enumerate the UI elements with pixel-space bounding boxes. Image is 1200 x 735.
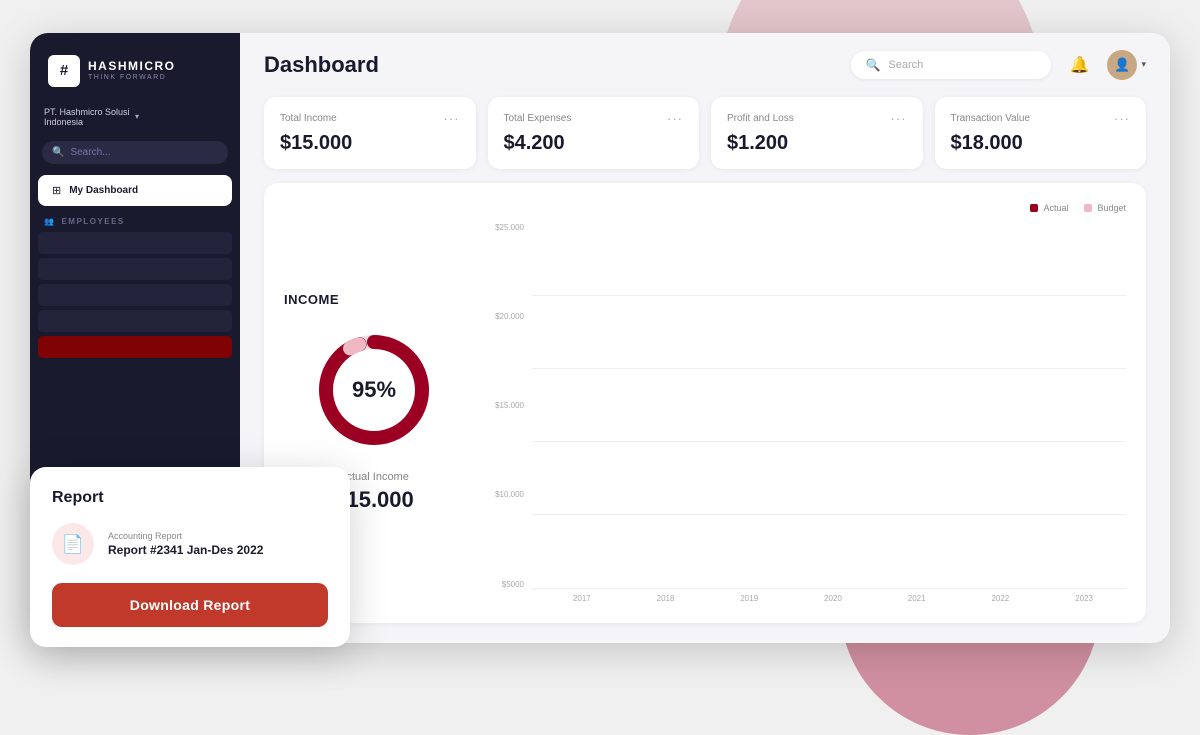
x-axis: 2017 2018 2019 2020 2021 2022 2023 (484, 589, 1126, 603)
logo-name: HASHMICRO (88, 60, 176, 72)
y-label: $5000 (484, 580, 524, 589)
report-info: Accounting Report Report #2341 Jan-Des 2… (108, 531, 263, 557)
x-label: 2021 (901, 594, 932, 603)
stat-card-expenses: Total Expenses ··· $4.200 (488, 97, 700, 169)
stat-value-transaction: $18.000 (951, 132, 1131, 155)
logo-icon: # (48, 55, 80, 87)
legend-budget: Budget (1084, 203, 1126, 213)
company-name: PT. Hashmicro Solusi Indonesia (44, 107, 135, 127)
sidebar-item-dashboard[interactable]: ⊞ My Dashboard (38, 175, 232, 206)
stat-value-income: $15.000 (280, 132, 460, 155)
donut-center: 95% (352, 377, 396, 403)
h-line-4 (532, 514, 1126, 515)
sidebar-menu-item-5[interactable] (38, 336, 232, 358)
report-popup-title: Report (52, 489, 328, 507)
x-label: 2018 (650, 594, 681, 603)
sidebar-menu-item-1[interactable] (38, 232, 232, 254)
donut-percent: 95% (352, 377, 396, 403)
h-line-1 (532, 295, 1126, 296)
chart-area: Actual Budget $25.000 $20.000 $15.000 $10.0… (484, 203, 1126, 603)
report-popup: Report 📄 Accounting Report Report #2341 … (30, 467, 350, 647)
stat-label-expenses: Total Expenses (504, 113, 572, 124)
chart-legend: Actual Budget (484, 203, 1126, 213)
logo-text: HASHMICRO THINK FORWARD (88, 60, 176, 81)
x-label: 2017 (566, 594, 597, 603)
bell-icon[interactable]: 🔔 (1063, 49, 1095, 81)
income-title: INCOME (284, 292, 339, 307)
top-search-input[interactable] (888, 59, 1037, 71)
sidebar-search-bar[interactable]: 🔍 (42, 141, 228, 164)
donut-chart: 95% (309, 325, 439, 455)
x-label: 2019 (734, 594, 765, 603)
search-icon: 🔍 (52, 147, 64, 158)
dashboard-icon: ⊞ (52, 184, 61, 197)
report-file-icon: 📄 (52, 523, 94, 565)
stat-card-transaction: Transaction Value ··· $18.000 (935, 97, 1147, 169)
h-line-2 (532, 368, 1126, 369)
income-panel: INCOME 95% A (264, 183, 1146, 623)
sidebar-search-input[interactable] (70, 147, 218, 158)
chevron-down-icon: ▾ (135, 112, 226, 121)
sidebar-item-label: My Dashboard (69, 185, 138, 196)
download-report-button[interactable]: Download Report (52, 583, 328, 627)
x-label: 2020 (817, 594, 848, 603)
page-title: Dashboard (264, 52, 839, 78)
stat-value-expenses: $4.200 (504, 132, 684, 155)
top-bar: Dashboard 🔍 🔔 👤 ▾ (240, 33, 1170, 97)
report-type: Accounting Report (108, 531, 263, 541)
bars-inner (532, 223, 1126, 589)
avatar-chevron-icon: ▾ (1141, 59, 1146, 70)
sidebar-menu-item-4[interactable] (38, 310, 232, 332)
stat-card-profit: Profit and Loss ··· $1.200 (711, 97, 923, 169)
bar-chart: $25.000 $20.000 $15.000 $10.000 $5000 (484, 223, 1126, 603)
stat-more-profit[interactable]: ··· (891, 111, 907, 126)
stat-value-profit: $1.200 (727, 132, 907, 155)
sidebar-logo: # HASHMICRO THINK FORWARD (30, 33, 240, 101)
bars-container: $25.000 $20.000 $15.000 $10.000 $5000 (484, 223, 1126, 589)
y-axis: $25.000 $20.000 $15.000 $10.000 $5000 (484, 223, 532, 589)
legend-dot-actual (1030, 204, 1038, 212)
sidebar-section-employees: 👥 EMPLOYEES (30, 207, 240, 230)
section-label: EMPLOYEES (61, 217, 124, 226)
y-label: $10.000 (484, 490, 524, 499)
logo-tagline: THINK FORWARD (88, 74, 176, 81)
legend-budget-label: Budget (1097, 203, 1126, 213)
y-label: $20.000 (484, 312, 524, 321)
x-label: 2023 (1069, 594, 1100, 603)
main-content: Dashboard 🔍 🔔 👤 ▾ Total Income ··· $15.0… (240, 33, 1170, 643)
avatar-button[interactable]: 👤 ▾ (1107, 50, 1146, 80)
y-label: $25.000 (484, 223, 524, 232)
stat-more-transaction[interactable]: ··· (1114, 111, 1130, 126)
report-name: Report #2341 Jan-Des 2022 (108, 543, 263, 557)
stat-more-expenses[interactable]: ··· (667, 111, 683, 126)
h-line-5 (532, 588, 1126, 589)
search-icon: 🔍 (865, 58, 880, 72)
stat-card-income: Total Income ··· $15.000 (264, 97, 476, 169)
sidebar-menu-item-2[interactable] (38, 258, 232, 280)
stat-more-income[interactable]: ··· (444, 111, 460, 126)
legend-dot-budget (1084, 204, 1092, 212)
top-search-bar[interactable]: 🔍 (851, 51, 1051, 79)
sidebar-company[interactable]: PT. Hashmicro Solusi Indonesia ▾ (30, 101, 240, 137)
stat-label-transaction: Transaction Value (951, 113, 1031, 124)
stat-label-income: Total Income (280, 113, 337, 124)
x-label: 2022 (985, 594, 1016, 603)
avatar: 👤 (1107, 50, 1137, 80)
legend-actual: Actual (1030, 203, 1068, 213)
y-label: $15.000 (484, 401, 524, 410)
h-line-3 (532, 441, 1126, 442)
stat-label-profit: Profit and Loss (727, 113, 794, 124)
stat-cards: Total Income ··· $15.000 Total Expenses … (240, 97, 1170, 183)
report-item: 📄 Accounting Report Report #2341 Jan-Des… (52, 523, 328, 565)
employees-icon: 👥 (44, 217, 55, 226)
sidebar-menu-item-3[interactable] (38, 284, 232, 306)
legend-actual-label: Actual (1043, 203, 1068, 213)
